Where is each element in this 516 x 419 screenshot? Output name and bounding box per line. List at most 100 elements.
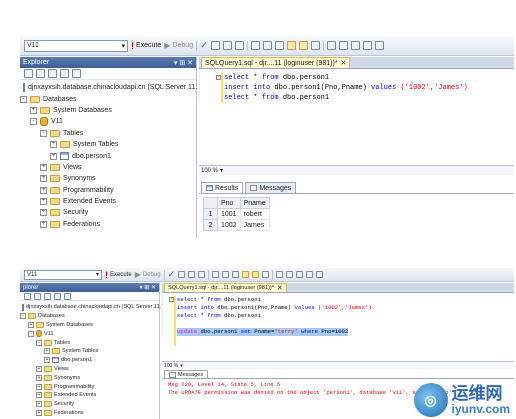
tab-messages[interactable]: Messages [164, 370, 209, 378]
collapse-icon[interactable]: - [40, 129, 47, 137]
expand-icon[interactable]: + [36, 409, 42, 416]
tree-node-federations[interactable]: + Federations [20, 409, 159, 418]
expand-icon[interactable]: + [40, 198, 47, 206]
database-selector[interactable]: V11 ▾ [24, 269, 102, 280]
stop-icon[interactable] [44, 292, 51, 300]
stop-icon[interactable] [48, 69, 57, 78]
tree-node-v11[interactable]: - V11 [20, 329, 159, 338]
refresh-icon[interactable] [72, 69, 81, 78]
include-plan-icon[interactable] [262, 41, 272, 50]
client-stats-icon[interactable] [274, 41, 284, 50]
tree-node-tables[interactable]: - Tables [20, 128, 196, 139]
include-plan-icon[interactable] [222, 271, 230, 278]
tree-node-person1[interactable]: + dbo.person1 [20, 150, 196, 161]
tree-node-security[interactable]: + Security [20, 400, 159, 409]
expand-icon[interactable]: + [40, 220, 47, 228]
query-designer-icon[interactable] [222, 41, 232, 50]
specify-values-icon[interactable] [374, 41, 384, 50]
expand-icon[interactable]: + [30, 106, 37, 114]
tree-node-federations[interactable]: + Federations [20, 219, 196, 230]
disconnect-icon[interactable] [36, 69, 45, 78]
row-number[interactable]: 2 [203, 219, 218, 231]
grid-cell[interactable]: James [239, 219, 270, 231]
results-to-text-icon[interactable] [242, 271, 250, 278]
close-icon[interactable]: ✕ [277, 284, 283, 292]
chevron-down-icon[interactable]: ▾ [96, 271, 99, 278]
execute-button[interactable]: ! Execute [131, 41, 161, 51]
pin-close-icons[interactable]: ▾ ⊞ ✕ [174, 59, 193, 67]
client-stats-icon[interactable] [232, 271, 240, 278]
debug-button[interactable]: ▶ Debug [164, 41, 193, 50]
results-to-text-icon[interactable] [286, 41, 296, 50]
tree-node-security[interactable]: + Security [20, 207, 196, 218]
tab-results[interactable]: Results [201, 182, 244, 193]
uncomment-icon[interactable] [338, 41, 348, 50]
collapse-icon[interactable]: - [30, 118, 37, 126]
tree-node-system-databases[interactable]: + System Databases [20, 321, 159, 330]
execute-button[interactable]: ! Execute [105, 270, 132, 280]
tree-node-synonyms[interactable]: + Synonyms [20, 173, 196, 184]
indent-icon[interactable] [362, 41, 372, 50]
tree-node-views[interactable]: + Views [20, 365, 159, 374]
tree-node-databases[interactable]: - Databases [20, 312, 159, 321]
sql-code-area[interactable]: - select * from dbo.person1 insert into … [199, 69, 514, 103]
comment-icon[interactable] [276, 271, 284, 278]
chevron-down-icon[interactable]: ▾ [180, 363, 183, 369]
display-plan-icon[interactable] [210, 41, 220, 50]
collapse-icon[interactable]: - [20, 95, 27, 103]
collapse-icon[interactable]: - [28, 330, 34, 337]
row-number[interactable]: 1 [203, 208, 218, 220]
grid-cell[interactable]: 1002 [217, 219, 241, 231]
expand-icon[interactable]: + [50, 152, 57, 160]
outdent-icon[interactable] [296, 271, 304, 278]
results-to-grid-icon[interactable] [252, 271, 260, 278]
expand-icon[interactable]: + [40, 163, 47, 171]
expand-icon[interactable]: + [44, 348, 50, 355]
tree-node-extended-events[interactable]: + Extended Events [20, 391, 159, 400]
tab-sqlquery1[interactable]: SQLQuery1.sql - djr....11 (loginuser (98… [164, 283, 287, 292]
zoom-level[interactable]: 100 % [164, 363, 178, 369]
tree-node-tables[interactable]: - Tables [20, 338, 159, 347]
query-designer-icon[interactable] [188, 271, 196, 278]
connect-icon[interactable] [24, 292, 31, 300]
chevron-down-icon[interactable]: ▾ [220, 167, 223, 174]
results-to-grid-icon[interactable] [298, 41, 308, 50]
results-to-file-icon[interactable] [310, 41, 320, 50]
zoom-level[interactable]: 100 % [201, 168, 218, 174]
expand-icon[interactable]: + [36, 392, 42, 399]
tab-sqlquery1[interactable]: SQLQuery1.sql - djr....11 (loginuser (98… [201, 57, 351, 68]
pin-close-icons[interactable]: ▾ ⊞ ✕ [140, 284, 156, 291]
filter-icon[interactable] [54, 292, 61, 300]
expand-icon[interactable]: + [50, 141, 57, 149]
tab-messages[interactable]: Messages [245, 182, 297, 193]
sql-code-area[interactable]: - select * from dbo.person1 insert into … [162, 293, 514, 346]
expand-icon[interactable]: + [40, 186, 47, 194]
collapse-icon[interactable]: - [20, 313, 26, 320]
tree-node-person1[interactable]: + dbo.person1 [20, 356, 159, 365]
tree-node-v11[interactable]: - V11 [20, 116, 196, 127]
comment-icon[interactable] [326, 41, 336, 50]
expand-icon[interactable]: + [36, 383, 42, 390]
indent-icon[interactable] [306, 271, 314, 278]
connect-icon[interactable] [24, 69, 33, 78]
specify-values-icon[interactable] [316, 271, 324, 278]
tree-node-system-tables[interactable]: + System Tables [20, 139, 196, 150]
disconnect-icon[interactable] [34, 292, 41, 300]
close-icon[interactable]: ✕ [341, 59, 347, 67]
tree-node-server[interactable]: djnxayxsih.database.chinacloudapi.cn (SQ… [20, 82, 197, 93]
grid-column-header[interactable]: Pno [217, 197, 241, 209]
parse-check-icon[interactable]: ✓ [168, 269, 176, 280]
grid-cell[interactable]: robert [239, 208, 270, 220]
expand-icon[interactable]: + [40, 175, 47, 183]
uncomment-icon[interactable] [286, 271, 294, 278]
outdent-icon[interactable] [350, 41, 360, 50]
grid-column-header[interactable]: Pname [239, 197, 270, 209]
debug-button[interactable]: ▶ Debug [135, 270, 161, 279]
database-selector[interactable]: V11 ▾ [24, 39, 128, 52]
tree-node-programmability[interactable]: + Programmability [20, 185, 196, 196]
tree-node-server[interactable]: djnxayxsih.database.chinacloudapi.cn (SQ… [20, 303, 161, 312]
expand-icon[interactable]: + [36, 365, 42, 372]
parse-check-icon[interactable]: ✓ [200, 40, 208, 51]
expand-icon[interactable]: + [36, 401, 42, 408]
display-plan-icon[interactable] [178, 271, 186, 278]
